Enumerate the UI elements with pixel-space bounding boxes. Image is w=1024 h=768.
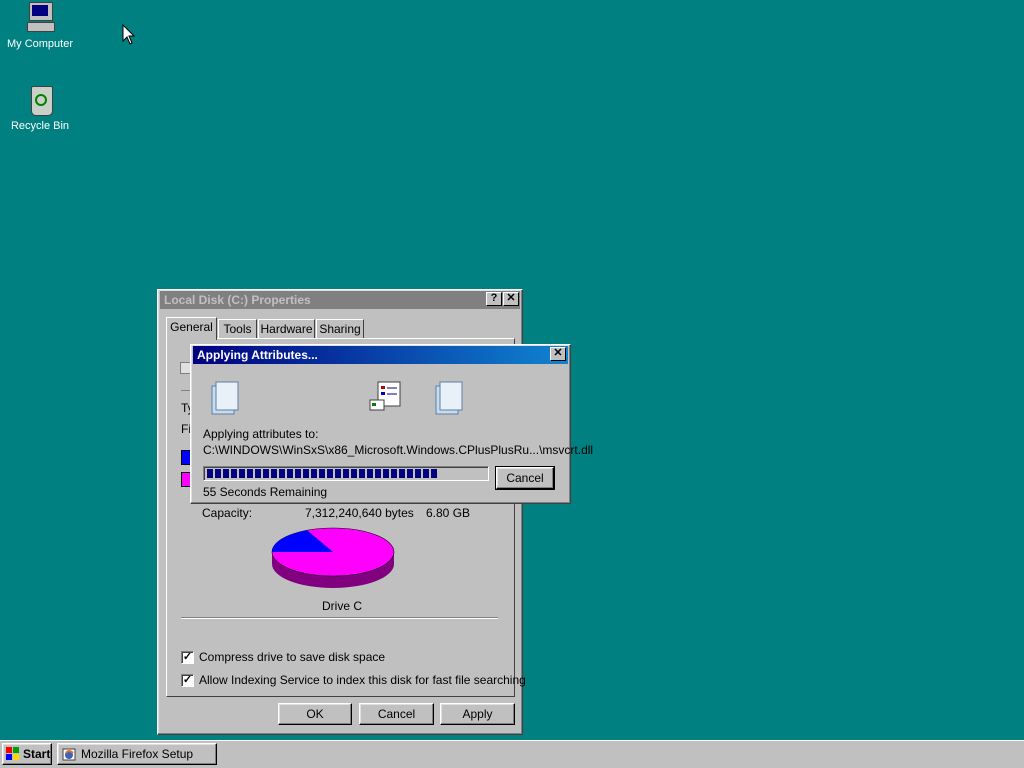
- progress-segment: [351, 469, 357, 478]
- tab-label: Sharing: [319, 322, 361, 336]
- disk-pie-chart: [271, 527, 395, 588]
- source-files-icon: [211, 381, 239, 415]
- attributes-icon: [369, 381, 401, 411]
- progress-segment: [287, 469, 293, 478]
- desktop-icon-recycle-bin[interactable]: Recycle Bin: [0, 84, 80, 132]
- tab-label: Tools: [223, 322, 252, 336]
- desktop-icon-label: My Computer: [6, 38, 74, 50]
- apply-button[interactable]: Apply: [440, 703, 515, 725]
- recycle-bin-icon: [23, 84, 57, 118]
- windows-logo-icon: [6, 747, 19, 760]
- progress-segment: [207, 469, 213, 478]
- progress-segment: [215, 469, 221, 478]
- ok-button[interactable]: OK: [278, 703, 352, 725]
- progress-segment: [223, 469, 229, 478]
- current-file-path: C:\WINDOWS\WinSxS\x86_Microsoft.Windows.…: [203, 443, 594, 457]
- indexing-label[interactable]: Allow Indexing Service to index this dis…: [199, 673, 526, 687]
- progress-segment: [327, 469, 333, 478]
- firefox-setup-icon: [62, 748, 76, 761]
- mouse-cursor-icon: [122, 24, 136, 45]
- progress-segment: [247, 469, 253, 478]
- progress-bar: [203, 466, 489, 481]
- tab-tools[interactable]: Tools: [218, 319, 257, 339]
- progress-segment: [415, 469, 421, 478]
- dialog-cancel-button[interactable]: Cancel: [495, 466, 555, 490]
- progress-segment: [271, 469, 277, 478]
- start-label: Start: [23, 747, 51, 761]
- capacity-label: Capacity:: [202, 506, 253, 520]
- progress-segment: [367, 469, 373, 478]
- divider: [181, 617, 498, 619]
- properties-title: Local Disk (C:) Properties: [164, 293, 311, 307]
- progress-segment: [399, 469, 405, 478]
- properties-close-button[interactable]: ✕: [503, 292, 519, 306]
- compress-checkbox[interactable]: ✓: [181, 651, 194, 664]
- dialog-close-button[interactable]: ✕: [550, 347, 566, 361]
- time-remaining: 55 Seconds Remaining: [203, 485, 328, 499]
- help-button[interactable]: ?: [486, 292, 502, 306]
- indexing-checkbox[interactable]: ✓: [181, 674, 194, 687]
- progress-segment: [311, 469, 317, 478]
- tab-hardware[interactable]: Hardware: [258, 319, 315, 339]
- help-icon: ?: [490, 292, 498, 304]
- progress-segment: [263, 469, 269, 478]
- progress-segment: [391, 469, 397, 478]
- progress-fill: [207, 469, 488, 478]
- progress-segment: [343, 469, 349, 478]
- progress-segment: [335, 469, 341, 478]
- capacity-bytes: 7,312,240,640 bytes: [305, 506, 414, 520]
- close-icon: ✕: [553, 347, 563, 359]
- start-button[interactable]: Start: [2, 743, 52, 765]
- close-icon: ✕: [506, 292, 516, 304]
- drive-label: Drive C: [322, 599, 363, 613]
- progress-segment: [239, 469, 245, 478]
- progress-segment: [359, 469, 365, 478]
- progress-segment: [431, 469, 437, 478]
- taskbar-item-firefox-setup[interactable]: Mozilla Firefox Setup: [57, 743, 217, 765]
- progress-segment: [303, 469, 309, 478]
- progress-segment: [407, 469, 413, 478]
- progress-segment: [231, 469, 237, 478]
- check-icon: ✓: [182, 651, 193, 663]
- progress-segment: [255, 469, 261, 478]
- progress-segment: [423, 469, 429, 478]
- tab-general[interactable]: General: [166, 317, 217, 340]
- dialog-title: Applying Attributes...: [197, 348, 318, 362]
- progress-segment: [375, 469, 381, 478]
- check-icon: ✓: [182, 674, 193, 686]
- compress-label[interactable]: Compress drive to save disk space: [199, 650, 385, 664]
- dialog-titlebar[interactable]: Applying Attributes...: [193, 346, 568, 364]
- tab-sharing[interactable]: Sharing: [316, 319, 364, 339]
- taskbar-item-label: Mozilla Firefox Setup: [81, 747, 194, 761]
- destination-files-icon: [435, 381, 463, 415]
- tab-label: General: [170, 320, 213, 334]
- desktop-icon-my-computer[interactable]: My Computer: [0, 2, 80, 50]
- progress-segment: [383, 469, 389, 478]
- desktop-icon-label: Recycle Bin: [10, 120, 70, 132]
- applying-label: Applying attributes to:: [203, 427, 319, 441]
- my-computer-icon: [23, 2, 57, 36]
- progress-segment: [295, 469, 301, 478]
- properties-titlebar[interactable]: Local Disk (C:) Properties: [160, 291, 520, 309]
- capacity-size: 6.80 GB: [426, 506, 471, 520]
- progress-segment: [319, 469, 325, 478]
- cancel-button[interactable]: Cancel: [359, 703, 434, 725]
- progress-segment: [279, 469, 285, 478]
- tab-label: Hardware: [260, 322, 313, 336]
